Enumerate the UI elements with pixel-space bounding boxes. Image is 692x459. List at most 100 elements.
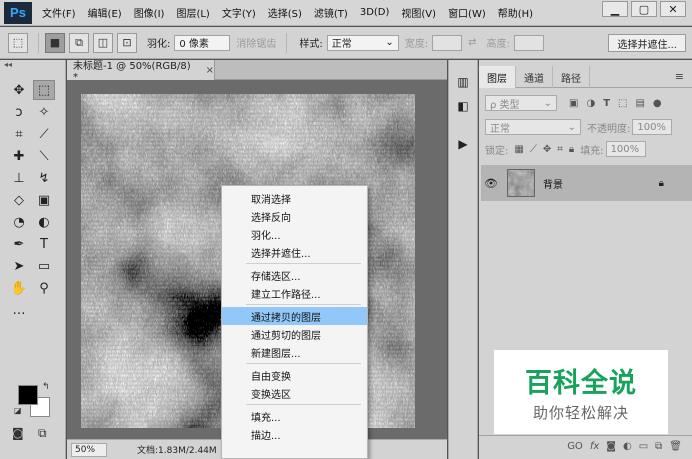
hand-tool-icon[interactable]: ✋	[8, 278, 30, 298]
default-colors-icon[interactable]: ◪	[14, 406, 22, 415]
pen-tool-icon[interactable]: ✒	[8, 234, 30, 254]
menu-item-new-layer[interactable]: 新建图层...	[222, 343, 367, 361]
lock-artboard-icon[interactable]: ⌗	[557, 144, 563, 155]
document-tab[interactable]: 未标题-1 @ 50%(RGB/8) * ×	[67, 60, 215, 83]
stamp-tool-icon[interactable]: ⊥	[8, 168, 30, 188]
tab-paths[interactable]: 路径	[553, 66, 590, 88]
type-tool-icon[interactable]: T	[33, 234, 55, 254]
menu-3d[interactable]: 3D(D)	[360, 7, 390, 18]
new-group-icon[interactable]: ▭	[639, 441, 648, 452]
new-selection-icon[interactable]: ■	[45, 32, 65, 53]
menu-help[interactable]: 帮助(H)	[498, 5, 533, 20]
histogram-icon[interactable]: ▥	[453, 72, 473, 92]
filter-toggle-icon[interactable]: ●	[653, 98, 662, 109]
subtract-selection-icon[interactable]: ◫	[93, 32, 113, 53]
crop-tool-icon[interactable]: ⌗	[8, 124, 30, 144]
menu-item-stroke[interactable]: 描边...	[222, 425, 367, 443]
eye-icon[interactable]: 👁︎	[481, 177, 501, 190]
menu-type[interactable]: 文字(Y)	[222, 5, 256, 20]
more-tools-icon[interactable]: …	[8, 300, 30, 320]
blur-tool-icon[interactable]: ◔	[8, 212, 30, 232]
rectangle-tool-icon[interactable]: ▭	[33, 256, 55, 276]
swap-colors-icon[interactable]: ↰	[42, 382, 50, 392]
dodge-tool-icon[interactable]: ◐	[33, 212, 55, 232]
style-select[interactable]: 正常 ⌄	[326, 34, 399, 51]
play-icon[interactable]: ▶	[453, 134, 473, 154]
marquee-preset-icon[interactable]: ⬚	[8, 32, 28, 53]
height-input[interactable]	[513, 34, 544, 51]
tab-layers[interactable]: 图层	[479, 66, 516, 88]
layer-row[interactable]: 👁︎ 背景 🔒︎	[481, 165, 692, 201]
menu-view[interactable]: 视图(V)	[401, 5, 436, 20]
move-tool-icon[interactable]: ✥	[8, 80, 30, 100]
path-select-tool-icon[interactable]: ➤	[8, 256, 30, 276]
zoom-level-field[interactable]: 50%	[71, 442, 107, 457]
eraser-tool-icon[interactable]: ◇	[8, 190, 30, 210]
menu-image[interactable]: 图像(I)	[134, 5, 165, 20]
menu-item-make-work-path[interactable]: 建立工作路径...	[222, 284, 367, 302]
menu-file[interactable]: 文件(F)	[42, 5, 76, 20]
filter-shape-icon[interactable]: ⬚	[618, 98, 627, 109]
rect-marquee-tool-icon[interactable]: ⬚	[33, 80, 55, 100]
lasso-tool-icon[interactable]: ↄ	[8, 102, 30, 122]
menu-item-inverse[interactable]: 选择反向	[222, 207, 367, 225]
lock-image-icon[interactable]: ⟋	[530, 144, 537, 155]
intersect-selection-icon[interactable]: ⊡	[117, 32, 137, 53]
trash-icon[interactable]: 🗑︎	[669, 441, 682, 452]
collapse-arrows-icon[interactable]: ◂◂	[0, 60, 66, 70]
select-and-mask-button[interactable]: 选择并遮住...	[608, 34, 686, 52]
zoom-tool-icon[interactable]: ⚲	[33, 278, 55, 298]
menu-item-layer-via-cut[interactable]: 通过剪切的图层	[222, 325, 367, 343]
menu-item-deselect[interactable]: 取消选择	[222, 189, 367, 207]
filter-smart-icon[interactable]: ▤	[635, 98, 644, 109]
menu-item-select-and-mask[interactable]: 选择并遮住...	[222, 243, 367, 261]
foreground-color-swatch[interactable]	[18, 385, 38, 405]
fx-icon[interactable]: fx	[590, 441, 599, 452]
tab-channels[interactable]: 通道	[516, 66, 553, 88]
adjustment-layer-icon[interactable]: ◐	[623, 441, 632, 452]
feather-input[interactable]: 0 像素	[174, 34, 231, 51]
info-icon[interactable]: ◧	[453, 96, 473, 116]
menu-window[interactable]: 窗口(W)	[448, 5, 486, 20]
history-brush-tool-icon[interactable]: ↯	[33, 168, 55, 188]
minimize-button[interactable]: ▁	[602, 1, 628, 17]
menu-edit[interactable]: 编辑(E)	[88, 5, 122, 20]
menu-item-save-selection[interactable]: 存储选区...	[222, 266, 367, 284]
add-selection-icon[interactable]: ⧉	[69, 32, 89, 53]
menu-layer[interactable]: 图层(L)	[176, 5, 209, 20]
fill-field[interactable]: 100%	[605, 141, 646, 157]
screen-mode-icon[interactable]: ⧉	[38, 426, 47, 441]
opacity-field[interactable]: 100%	[632, 119, 673, 135]
new-layer-icon[interactable]: ⧉	[655, 441, 662, 452]
lock-position-icon[interactable]: ✥	[543, 144, 551, 155]
menu-item-feather[interactable]: 羽化...	[222, 225, 367, 243]
brush-tool-icon[interactable]: ⟍	[33, 146, 55, 166]
magic-wand-tool-icon[interactable]: ✧	[33, 102, 55, 122]
swap-icon[interactable]: ⇄	[468, 37, 476, 48]
close-tab-icon[interactable]: ×	[206, 65, 214, 76]
add-mask-icon[interactable]: ◙	[606, 441, 616, 452]
filter-type-icon[interactable]: T	[603, 98, 610, 109]
menu-select[interactable]: 选择(S)	[268, 5, 302, 20]
menu-item-transform-selection[interactable]: 变换选区	[222, 384, 367, 402]
filter-pixel-icon[interactable]: ▣	[569, 98, 578, 109]
eyedropper-tool-icon[interactable]: ⟋	[33, 124, 55, 144]
gradient-tool-icon[interactable]: ▣	[33, 190, 55, 210]
menu-item-free-transform[interactable]: 自由变换	[222, 366, 367, 384]
menu-item-layer-via-copy[interactable]: 通过拷贝的图层	[222, 307, 367, 325]
filter-kind-select[interactable]: ρ 类型 ⌄	[485, 95, 557, 111]
antialias-checkbox[interactable]: 消除锯齿	[236, 35, 276, 50]
link-layers-icon[interactable]: GO	[567, 441, 583, 452]
lock-transparent-icon[interactable]: ▦	[514, 144, 523, 155]
lock-all-icon[interactable]: 🔒︎	[569, 144, 574, 155]
restore-button[interactable]: ▢	[631, 1, 657, 17]
filter-adjustment-icon[interactable]: ◑	[586, 98, 595, 109]
quick-mask-icon[interactable]: ◙	[12, 426, 24, 440]
width-input[interactable]	[432, 34, 463, 51]
healing-brush-tool-icon[interactable]: ✚	[8, 146, 30, 166]
menu-filter[interactable]: 滤镜(T)	[314, 5, 348, 20]
menu-item-fill[interactable]: 填充...	[222, 407, 367, 425]
close-button[interactable]: ✕	[660, 1, 686, 17]
panel-menu-icon[interactable]: ≡	[675, 70, 684, 83]
blend-mode-select[interactable]: 正常 ⌄	[485, 119, 581, 135]
